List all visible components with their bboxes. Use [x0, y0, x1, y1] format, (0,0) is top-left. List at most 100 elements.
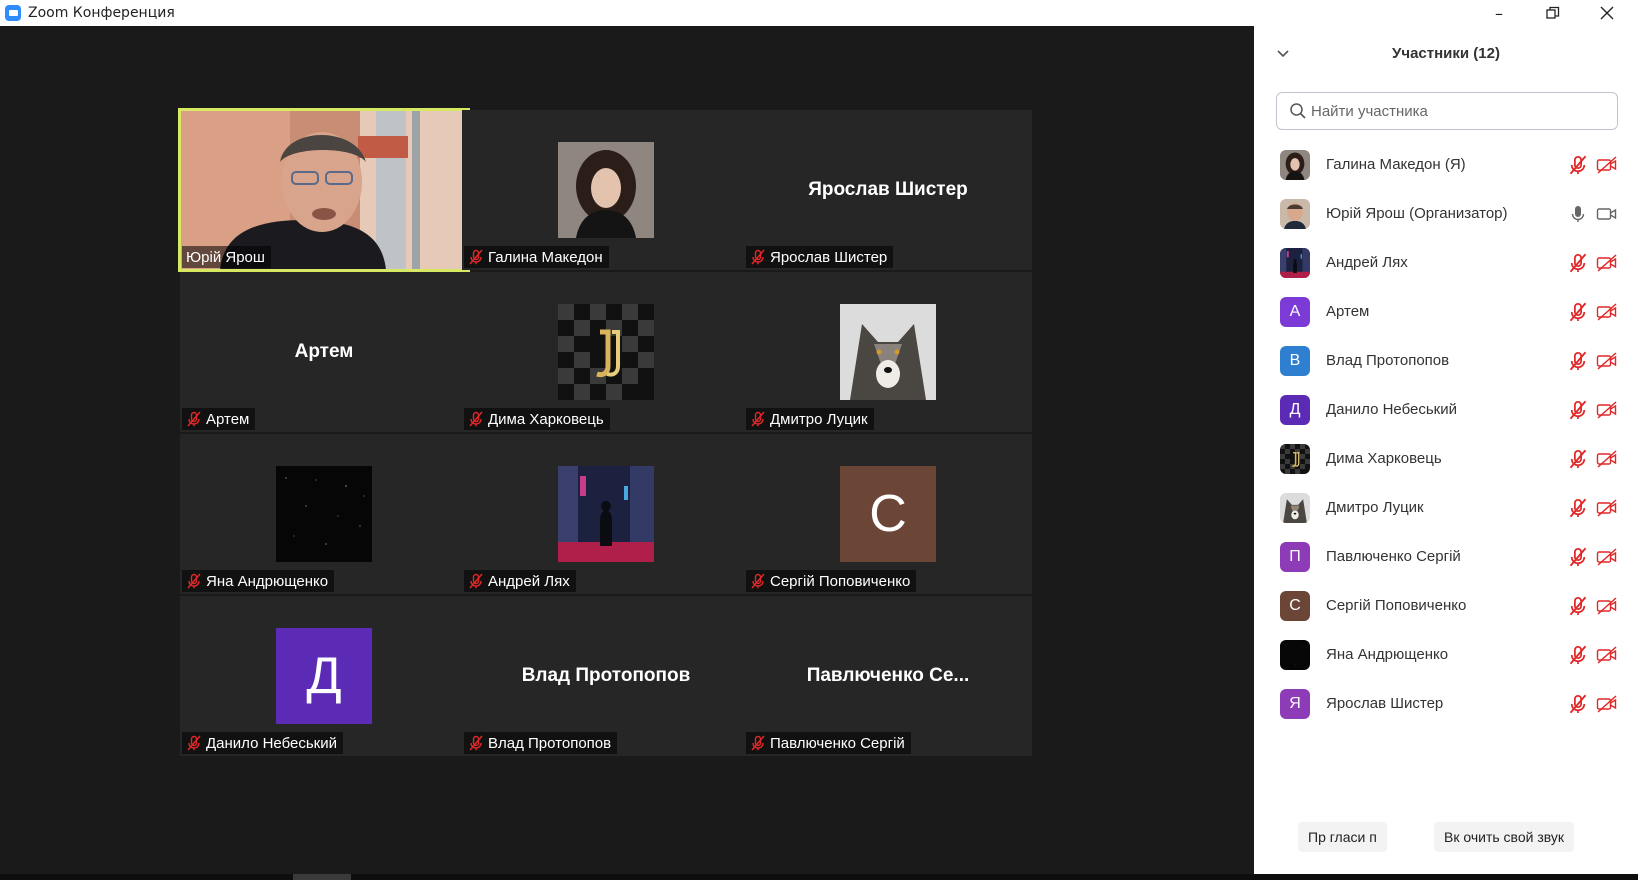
camera-off-icon[interactable] [1596, 253, 1618, 273]
muted-mic-glyph [1569, 302, 1587, 322]
title-bar: Zoom Конференция – [0, 0, 1638, 26]
participant-row[interactable]: B Влад Протопопов [1254, 336, 1638, 385]
video-tile[interactable]: Андрей Лях [462, 434, 750, 594]
restore-button[interactable] [1526, 0, 1580, 26]
participant-avatar: Д [1280, 394, 1310, 425]
window-title: Zoom Конференция [28, 5, 175, 21]
participant-name: Артем [206, 410, 250, 428]
participant-list-name: Павлюченко Сергій [1326, 548, 1461, 565]
camera-off-icon[interactable] [1596, 155, 1618, 175]
muted-mic-icon[interactable] [1568, 253, 1588, 273]
muted-mic-icon[interactable] [1568, 645, 1588, 665]
invite-button[interactable]: Пр гласи п [1298, 822, 1387, 852]
video-tile[interactable]: Яна Андрющенко [180, 434, 468, 594]
participant-row[interactable]: Д Данило Небеський [1254, 385, 1638, 434]
participant-name: Влад Протопопов [488, 734, 612, 752]
muted-mic-icon[interactable] [1568, 596, 1588, 616]
muted-mic-glyph [1569, 498, 1587, 518]
muted-mic-icon[interactable] [1568, 694, 1588, 714]
restore-icon [1546, 6, 1560, 19]
participant-photo [840, 304, 936, 400]
video-tile[interactable]: Юрій Ярош [178, 108, 470, 272]
participant-row[interactable]: Я Ярослав Шистер [1254, 679, 1638, 728]
muted-mic-icon[interactable] [1568, 400, 1588, 420]
video-tile[interactable]: Д Данило Небеський [180, 596, 468, 756]
participant-avatar [1280, 492, 1310, 523]
participant-row[interactable]: С Сергій Поповиченко [1254, 581, 1638, 630]
participant-avatar [1280, 639, 1310, 670]
video-tile[interactable]: Дима Харковець [462, 272, 750, 432]
participant-row[interactable]: Галина Македон (Я) [1254, 140, 1638, 189]
search-input[interactable] [1311, 102, 1611, 120]
video-tile[interactable]: Галина Македон [462, 110, 750, 270]
participant-name-label: Сергій Поповиченко [746, 570, 917, 592]
video-tile[interactable]: Дмитро Луцик [744, 272, 1032, 432]
minimize-button[interactable]: – [1472, 0, 1526, 26]
participant-list-name: Юрій Ярош (Организатор) [1326, 205, 1508, 222]
muted-mic-icon [469, 411, 483, 427]
participant-name: Яна Андрющенко [206, 572, 329, 590]
camera-off-icon[interactable] [1596, 302, 1618, 322]
camera-off-icon[interactable] [1596, 694, 1618, 714]
muted-mic-icon[interactable] [1568, 155, 1588, 175]
mic-icon[interactable] [1568, 204, 1588, 224]
participant-list-name: Ярослав Шистер [1326, 695, 1444, 712]
muted-mic-icon [751, 735, 765, 751]
camera-off-icon[interactable] [1596, 449, 1618, 469]
participant-avatar [1280, 443, 1310, 474]
camera-off-icon[interactable] [1596, 400, 1618, 420]
muted-mic-icon[interactable] [1568, 547, 1588, 567]
participant-name: Дмитро Луцик [770, 410, 868, 428]
zoom-app-icon [5, 5, 21, 21]
participant-list-name: Дима Харковець [1326, 450, 1442, 467]
participant-row[interactable]: Яна Андрющенко [1254, 630, 1638, 679]
muted-mic-glyph [1569, 596, 1587, 616]
muted-mic-icon[interactable] [1568, 351, 1588, 371]
participant-avatar: П [1280, 541, 1310, 572]
participant-list-name: Дмитро Луцик [1326, 499, 1424, 516]
muted-mic-icon [469, 735, 483, 751]
search-icon [1290, 103, 1306, 119]
participant-name-label: Яна Андрющенко [182, 570, 335, 592]
participant-list-name: Сергій Поповиченко [1326, 597, 1467, 614]
camera-off-icon[interactable] [1596, 596, 1618, 616]
participant-name: Сергій Поповиченко [770, 572, 911, 590]
participant-search[interactable] [1276, 92, 1618, 130]
participant-row[interactable]: Дмитро Луцик [1254, 483, 1638, 532]
gallery-view: Юрій Ярош Галина Македон Ярослав Шистер Я… [0, 26, 1254, 874]
participant-avatar: Д [276, 628, 372, 724]
muted-mic-icon [187, 411, 201, 427]
participant-list-name: Влад Протопопов [1326, 352, 1450, 369]
video-tile[interactable]: Артем Артем [180, 272, 468, 432]
close-icon [1600, 6, 1614, 20]
muted-mic-icon[interactable] [1568, 449, 1588, 469]
participant-photo [558, 142, 654, 238]
participant-row[interactable]: Андрей Лях [1254, 238, 1638, 287]
participant-row[interactable]: A Артем [1254, 287, 1638, 336]
scroll-thumb[interactable] [293, 874, 351, 880]
camera-off-icon[interactable] [1596, 498, 1618, 518]
camera-off-icon[interactable] [1596, 351, 1618, 371]
muted-mic-icon[interactable] [1568, 302, 1588, 322]
muted-mic-glyph [1569, 253, 1587, 273]
video-tile[interactable]: С Сергій Поповиченко [744, 434, 1032, 594]
scroll-bar[interactable] [0, 874, 1638, 880]
muted-mic-glyph [1569, 400, 1587, 420]
unmute-self-button[interactable]: Вк очить свой звук [1434, 822, 1574, 852]
participant-row[interactable]: П Павлюченко Сергій [1254, 532, 1638, 581]
participant-row[interactable]: Юрій Ярош (Организатор) [1254, 189, 1638, 238]
camera-off-icon[interactable] [1596, 547, 1618, 567]
muted-mic-icon[interactable] [1568, 498, 1588, 518]
camera-icon[interactable] [1596, 204, 1618, 224]
participant-photo [558, 304, 654, 400]
participant-row[interactable]: Дима Харковець [1254, 434, 1638, 483]
video-tile[interactable]: Павлюченко Се... Павлюченко Сергій [744, 596, 1032, 756]
video-tile[interactable]: Влад Протопопов Влад Протопопов [462, 596, 750, 756]
video-tile[interactable]: Ярослав Шистер Ярослав Шистер [744, 110, 1032, 270]
participant-name-label: Артем [182, 408, 256, 430]
participant-list-name: Галина Македон (Я) [1326, 156, 1466, 173]
muted-mic-glyph [1569, 645, 1587, 665]
camera-off-icon[interactable] [1596, 645, 1618, 665]
close-button[interactable] [1580, 0, 1634, 26]
participant-name: Юрій Ярош [186, 248, 265, 266]
